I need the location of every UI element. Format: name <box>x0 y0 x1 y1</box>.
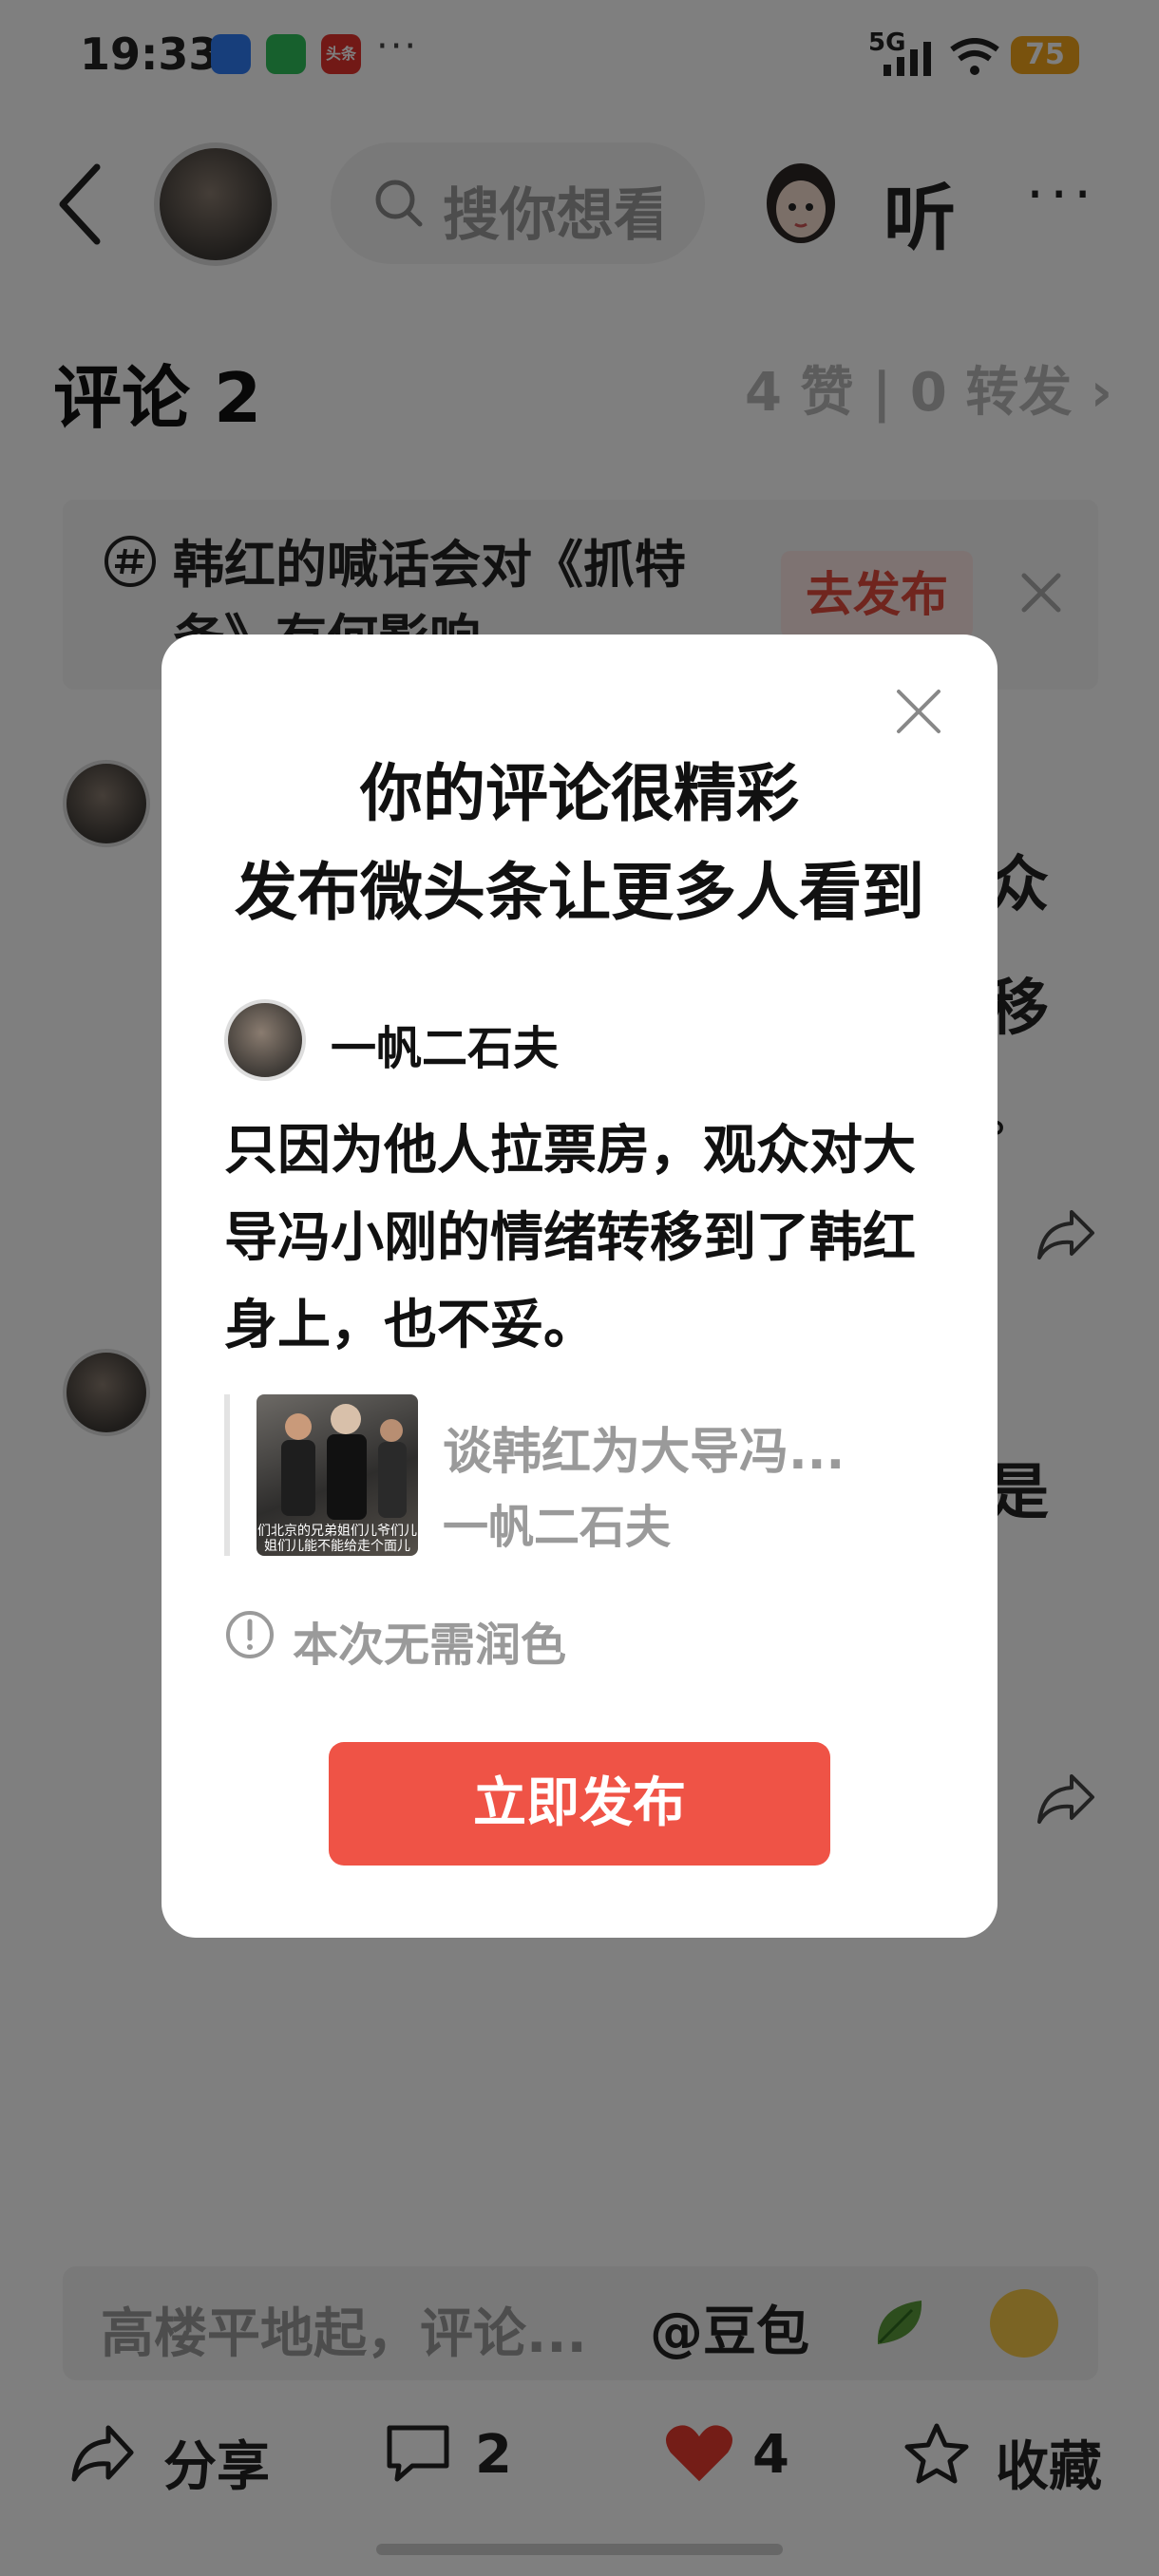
thumbnail-caption: 们北京的兄弟姐们儿爷们儿姐们儿能不能给走个面儿 <box>257 1524 417 1554</box>
quoted-article-title: 谈韩红为大导冯... <box>443 1424 846 1481</box>
article-page: 19:33 头条 ··· 5G 75 搜你想看 听 ··· 评论 2 4 赞 |… <box>0 0 1159 2576</box>
publish-now-button[interactable]: 立即发布 <box>329 1742 830 1866</box>
dialog-title-line1: 你的评论很精彩 <box>360 757 799 830</box>
dialog-author-avatar <box>224 999 306 1081</box>
dialog-title-line2: 发布微头条让更多人看到 <box>235 856 924 929</box>
dialog-author-name: 一帆二石夫 <box>331 1022 560 1075</box>
quote-bar <box>224 1394 230 1556</box>
polish-note: 本次无需润色 <box>293 1619 567 1672</box>
quoted-article-author: 一帆二石夫 <box>443 1501 672 1554</box>
dialog-close-icon[interactable] <box>893 686 944 737</box>
dialog-comment-body: 只因为他人拉票房，观众对大导冯小刚的情绪转移到了韩红身上，也不妥。 <box>224 1120 916 1356</box>
info-icon <box>226 1611 274 1658</box>
dialog-title: 你的评论很精彩 发布微头条让更多人看到 <box>162 745 998 942</box>
